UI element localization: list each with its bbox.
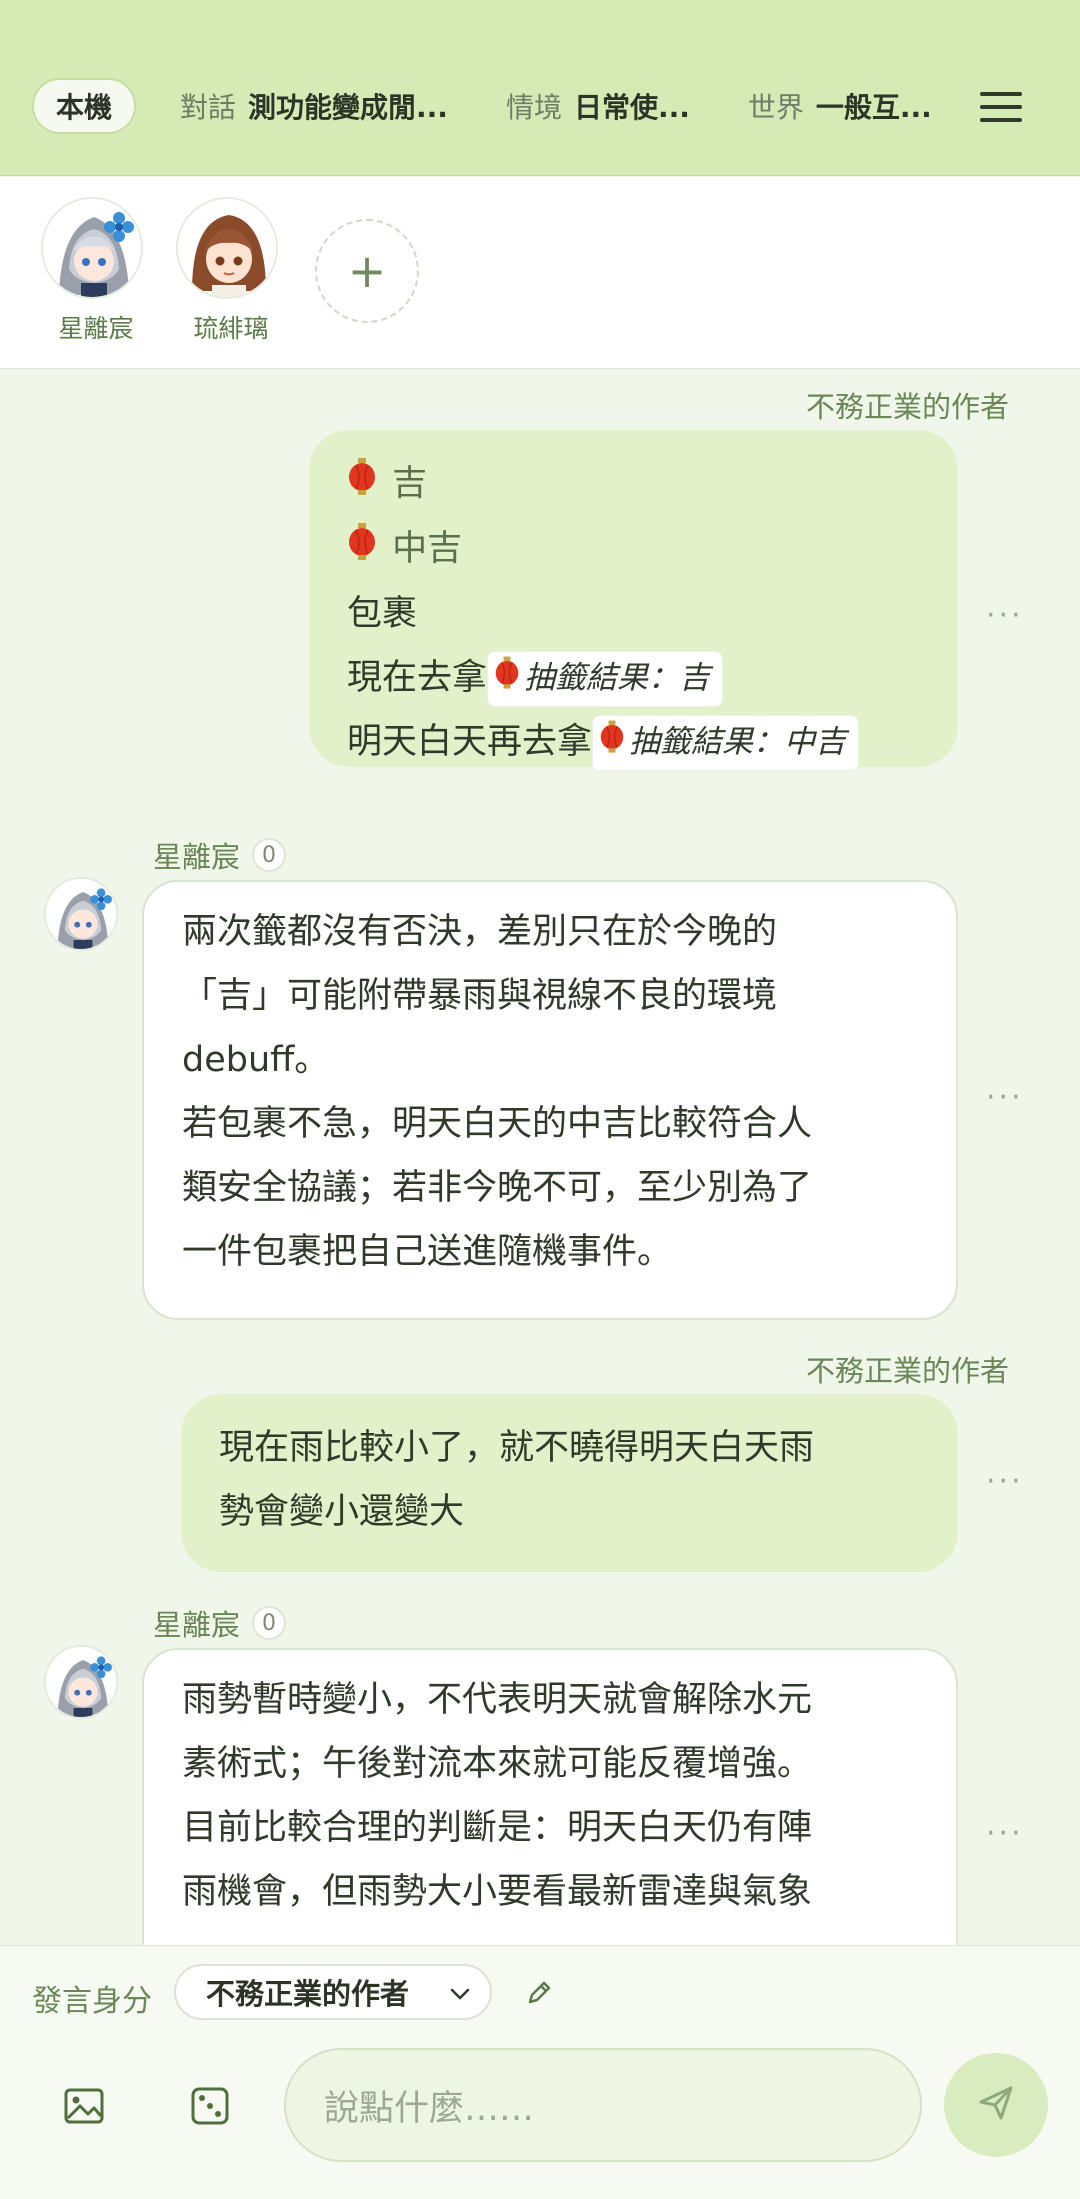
speaker-name: 星離宸 [153,840,241,874]
message-line: 雨勢暫時變小，不代表明天就會解除水元 [182,1680,813,1720]
composer-bar: 發言身分 不務正業的作者 說點什麼…… [0,1945,1080,2199]
top-bar: 本機 對話 測功能變成閒... 情境 日常使... 世界 一般互... [0,0,1080,176]
character-bar: 星離宸 琉緋璃 + [0,177,1080,369]
message-line: 一件包裹把自己送進隨機事件。 [182,1232,673,1272]
tab-world-value: 一般互... [815,91,932,124]
message-line: 雨機會，但雨勢大小要看最新雷達與氣象 [182,1872,813,1912]
message-line: debuff。 [182,1040,330,1080]
tab-conversation-value: 測功能變成閒... [248,91,448,124]
message-line: 目前比較合理的判斷是：明天白天仍有陣 [182,1808,813,1848]
identity-value: 不務正業的作者 [206,1977,410,2011]
tab-local[interactable]: 本機 [32,78,137,134]
counter-badge: 0 [252,838,287,872]
speaker-row: 星離宸 0 [153,1602,287,1644]
character-liufeili[interactable]: 琉緋璃 [176,197,286,345]
message-line: 兩次籤都沒有否決，差別只在於今晚的 [182,912,778,952]
identity-label: 發言身分 [32,1984,152,2019]
lantern-icon [494,654,520,706]
counter-badge: 0 [252,1606,287,1640]
message-line: 現在去拿 抽籤結果：吉 [347,646,958,710]
message-line: 明天白天再去拿 抽籤結果：中吉 [347,710,958,774]
send-button[interactable] [944,2053,1048,2157]
message-line: 「吉」可能附帶暴雨與視線不良的環境 [182,976,778,1016]
character-xinglichen[interactable]: 星離宸 [41,197,151,345]
user-message-bubble[interactable]: 吉 中吉 包裹 現在去拿 抽籤結果：吉 明天白天再去拿 抽籤結果：中吉 [309,430,958,771]
option-text: 明天白天再去拿 [347,722,593,762]
tab-conversation[interactable]: 對話 測功能變成閒... [180,86,448,126]
more-options-icon[interactable]: ··· [986,598,1024,633]
avatar[interactable] [44,1645,118,1719]
message-input[interactable]: 說點什麼…… [284,2048,922,2162]
tab-world-key: 世界 [747,91,804,124]
tab-scenario-key: 情境 [505,91,562,124]
more-options-icon[interactable]: ··· [986,1816,1024,1851]
add-character-button[interactable]: + [315,219,419,323]
chat-area[interactable]: 不務正業的作者 吉 中吉 包裹 現在去拿 抽籤結果：吉 明天白天再去拿 抽籤結果：中… [0,370,1080,1945]
character-name: 琉緋璃 [193,314,269,343]
fortune-line: 吉 [347,452,958,517]
draw-result-tag: 抽籤結果：吉 [487,651,724,707]
message-line: 素術式；午後對流本來就可能反覆增強。 [182,1744,813,1784]
avatar [41,197,143,299]
context-tabs: 本機 對話 測功能變成閒... 情境 日常使... 世界 一般互... [32,78,990,134]
fortune-line: 中吉 [347,517,958,582]
speaker-name: 星離宸 [153,1608,241,1642]
hamburger-menu-icon[interactable] [980,92,1022,122]
fortune-result: 吉 [392,464,428,504]
tab-world[interactable]: 世界 一般互... [748,86,932,126]
option-text: 現在去拿 [347,658,488,698]
identity-select[interactable]: 不務正業的作者 [174,1964,492,2020]
send-icon [973,2080,1019,2130]
tab-scenario[interactable]: 情境 日常使... [506,86,690,126]
lantern-icon [347,518,377,582]
tab-conversation-key: 對話 [180,91,237,124]
message-line: 若包裹不急，明天白天的中吉比較符合人 [182,1104,813,1144]
character-name: 星離宸 [58,314,134,343]
message-line: 現在雨比較小了，就不曉得明天白天雨 [219,1428,815,1468]
message-line: 包裹 [347,594,418,634]
dice-icon[interactable] [180,2076,240,2136]
speaker-row: 星離宸 0 [153,834,287,876]
fortune-result: 中吉 [392,529,463,569]
draw-result-tag: 抽籤結果：中吉 [592,715,860,771]
avatar[interactable] [44,877,118,951]
more-options-icon[interactable]: ··· [986,1464,1024,1499]
chevron-down-icon [446,1980,474,2015]
user-message-bubble[interactable]: 現在雨比較小了，就不曉得明天白天雨 勢會變小還變大 [181,1394,958,1572]
message-line: 類安全協議；若非今晚不可，至少別為了 [182,1168,813,1208]
draw-result-text: 抽籤結果：吉 [524,660,711,697]
lantern-icon [599,718,625,770]
message-author: 不務正業的作者 [806,390,1010,424]
avatar [176,197,278,299]
assistant-message-bubble[interactable]: 兩次籤都沒有否決，差別只在於今晚的 「吉」可能附帶暴雨與視線不良的環境 debu… [142,880,958,1320]
assistant-message-bubble[interactable]: 雨勢暫時變小，不代表明天就會解除水元 素術式；午後對流本來就可能反覆增強。 目前… [142,1648,958,1945]
message-author: 不務正業的作者 [806,1354,1010,1388]
tab-scenario-value: 日常使... [573,91,690,124]
edit-identity-icon[interactable] [522,1976,556,2014]
more-options-icon[interactable]: ··· [986,1080,1024,1115]
message-line: 勢會變小還變大 [219,1492,465,1532]
lantern-icon [347,453,377,517]
image-upload-icon[interactable] [54,2076,114,2136]
draw-result-text: 抽籤結果：中吉 [629,724,847,761]
